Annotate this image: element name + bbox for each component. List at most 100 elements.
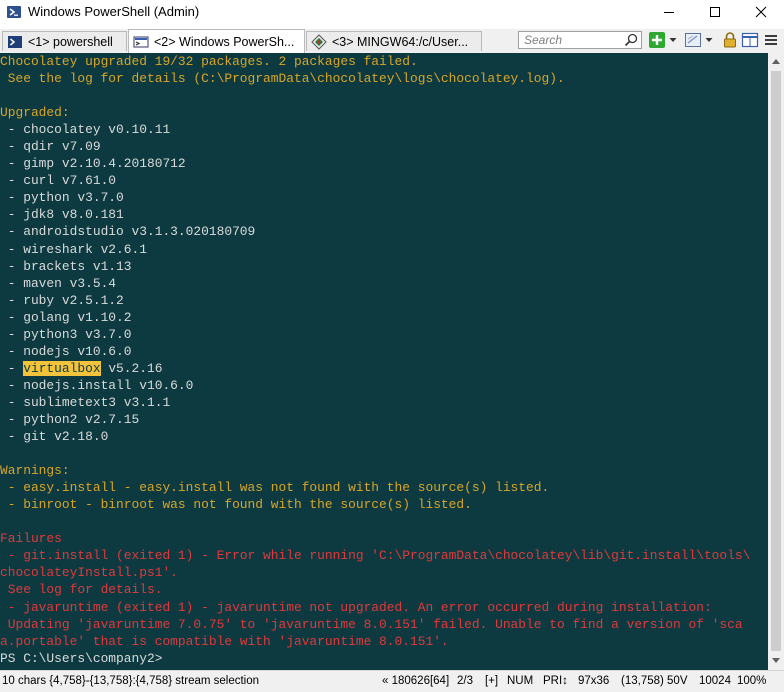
console-line: - curl v7.61.0 bbox=[0, 172, 768, 189]
console-text-segment: Chocolatey upgraded 19/32 packages. 2 pa… bbox=[0, 54, 418, 69]
console-text-segment: chocolateyInstall.ps1'. bbox=[0, 565, 178, 581]
console-line: - sublimetext3 v3.1.1 bbox=[0, 394, 768, 411]
settings-dropdown[interactable] bbox=[704, 31, 714, 49]
status-pid: 10024 bbox=[699, 675, 731, 687]
console-line: Updating 'javaruntime 7.0.75' to 'javaru… bbox=[0, 616, 768, 633]
console-line: - chocolatey v0.10.11 bbox=[0, 121, 768, 138]
minimize-icon bbox=[664, 12, 674, 13]
scroll-up-arrow-icon[interactable] bbox=[772, 59, 780, 64]
console-line: chocolateyInstall.ps1'. bbox=[0, 564, 768, 581]
window-title: Windows PowerShell (Admin) bbox=[28, 4, 200, 19]
new-console-dropdown[interactable] bbox=[668, 31, 678, 49]
status-priority[interactable]: PRI↕ bbox=[543, 675, 568, 687]
console-text-segment: See log for details. bbox=[0, 582, 163, 598]
plus-icon bbox=[649, 32, 665, 48]
maximize-icon bbox=[710, 7, 720, 17]
console-line: - virtualbox v5.2.16 bbox=[0, 360, 768, 377]
powershell-icon bbox=[133, 36, 149, 47]
vertical-scrollbar[interactable] bbox=[768, 53, 784, 670]
tab-label: <2> Windows PowerSh... bbox=[154, 34, 295, 49]
menu-button[interactable] bbox=[762, 31, 780, 49]
console-text-segment: - easy.install - easy.install was not fo… bbox=[0, 480, 550, 496]
settings-window-button[interactable] bbox=[684, 31, 702, 49]
console-line: See the log for details (C:\ProgramData\… bbox=[0, 70, 768, 87]
close-icon bbox=[755, 6, 767, 18]
search-icon[interactable] bbox=[624, 33, 638, 47]
console-text-segment: - qdir v7.09 bbox=[0, 139, 101, 155]
console-text-segment: - wireshark v2.6.1 bbox=[0, 241, 147, 257]
console-line: - nodejs v10.6.0 bbox=[0, 343, 768, 360]
selected-text: virtualbox bbox=[23, 360, 101, 376]
terminal-icon bbox=[8, 35, 22, 48]
console-text-segment: Warnings: bbox=[0, 463, 70, 479]
status-plus[interactable]: [+] bbox=[485, 675, 498, 687]
console-text-segment: - python2 v2.7.15 bbox=[0, 411, 140, 427]
console-text: Chocolatey upgraded 19/32 packages. 2 pa… bbox=[0, 53, 768, 667]
status-selection: 10 chars {4,758}-{13,758}:{4,758} stream… bbox=[2, 675, 260, 687]
console-text-segment: - nodejs.install v10.6.0 bbox=[0, 377, 194, 393]
maximize-button[interactable] bbox=[692, 0, 738, 24]
lock-button[interactable] bbox=[721, 31, 739, 49]
console-line: - python v3.7.0 bbox=[0, 189, 768, 206]
console-line: - gimp v2.10.4.20180712 bbox=[0, 155, 768, 172]
console-text-segment: - python3 v3.7.0 bbox=[0, 326, 132, 342]
console-line: a.portable' that is compatible with 'jav… bbox=[0, 633, 768, 650]
search-input[interactable]: Search bbox=[518, 31, 642, 49]
console-output[interactable]: Chocolatey upgraded 19/32 packages. 2 pa… bbox=[0, 53, 768, 670]
tab-windows-powershell[interactable]: <2> Windows PowerSh... bbox=[128, 29, 305, 53]
console-line: - python2 v2.7.15 bbox=[0, 411, 768, 428]
console-text-segment: - python v3.7.0 bbox=[0, 190, 124, 206]
search-placeholder: Search bbox=[524, 33, 563, 47]
console-line: - jdk8 v8.0.181 bbox=[0, 206, 768, 223]
console-line: - python3 v3.7.0 bbox=[0, 326, 768, 343]
console-line: - git v2.18.0 bbox=[0, 428, 768, 445]
status-console-size: 97x36 bbox=[578, 675, 610, 687]
console-line: Warnings: bbox=[0, 462, 768, 479]
hamburger-menu-icon bbox=[765, 35, 777, 45]
console-text-segment: - git.install (exited 1) - Error while r… bbox=[0, 548, 751, 564]
console-text-segment: - brackets v1.13 bbox=[0, 258, 132, 274]
status-tab-position[interactable]: 2/3 bbox=[457, 675, 473, 687]
console-text-segment: - bbox=[0, 360, 24, 376]
console-text-segment: Upgraded: bbox=[0, 105, 70, 121]
console-line: - easy.install - easy.install was not fo… bbox=[0, 479, 768, 496]
console-line: See log for details. bbox=[0, 581, 768, 598]
pane-layout-button[interactable] bbox=[741, 31, 759, 49]
close-button[interactable] bbox=[738, 0, 784, 24]
console-text-segment: - jdk8 v8.0.181 bbox=[0, 207, 124, 223]
minimize-button[interactable] bbox=[646, 0, 692, 24]
console-text-segment: - gimp v2.10.4.20180712 bbox=[0, 156, 186, 172]
pane-layout-icon bbox=[741, 32, 759, 48]
console-line: PS C:\Users\company2> bbox=[0, 650, 768, 667]
console-text-segment: - androidstudio v3.1.3.020180709 bbox=[0, 224, 256, 240]
console-text-segment: - sublimetext3 v3.1.1 bbox=[0, 394, 171, 410]
status-info: « 180626[64] bbox=[382, 675, 450, 687]
console-text-segment: - maven v3.5.4 bbox=[0, 275, 117, 291]
chevron-down-icon bbox=[705, 38, 713, 42]
console-text-segment: Updating 'javaruntime 7.0.75' to 'javaru… bbox=[0, 616, 743, 632]
console-line: - androidstudio v3.1.3.020180709 bbox=[0, 223, 768, 240]
tab-bar: <1> powershell <2> Windows PowerSh... <3… bbox=[0, 29, 784, 53]
console-line: - maven v3.5.4 bbox=[0, 275, 768, 292]
new-console-button[interactable] bbox=[648, 31, 666, 49]
scroll-down-arrow-icon[interactable] bbox=[772, 658, 780, 663]
console-text-segment: v5.2.16 bbox=[100, 360, 163, 376]
tab-mingw64[interactable]: <3> MINGW64:/c/User... bbox=[306, 31, 482, 51]
console-line: - binroot - binroot was not found with t… bbox=[0, 496, 768, 513]
lock-icon bbox=[724, 32, 736, 48]
status-bar: 10 chars {4,758}-{13,758}:{4,758} stream… bbox=[0, 670, 784, 692]
console-text-segment: - golang v1.10.2 bbox=[0, 309, 132, 325]
status-zoom: 100% bbox=[737, 675, 767, 687]
console-line: - golang v1.10.2 bbox=[0, 309, 768, 326]
git-diamond-icon bbox=[311, 33, 327, 50]
chevron-down-icon bbox=[669, 38, 677, 42]
tab-label: <3> MINGW64:/c/User... bbox=[332, 34, 469, 49]
tab-powershell[interactable]: <1> powershell bbox=[2, 31, 127, 51]
console-text-segment: - curl v7.61.0 bbox=[0, 173, 117, 189]
console-line: Upgraded: bbox=[0, 104, 768, 121]
console-text-segment: - git v2.18.0 bbox=[0, 429, 109, 445]
scrollbar-thumb[interactable] bbox=[771, 71, 781, 651]
